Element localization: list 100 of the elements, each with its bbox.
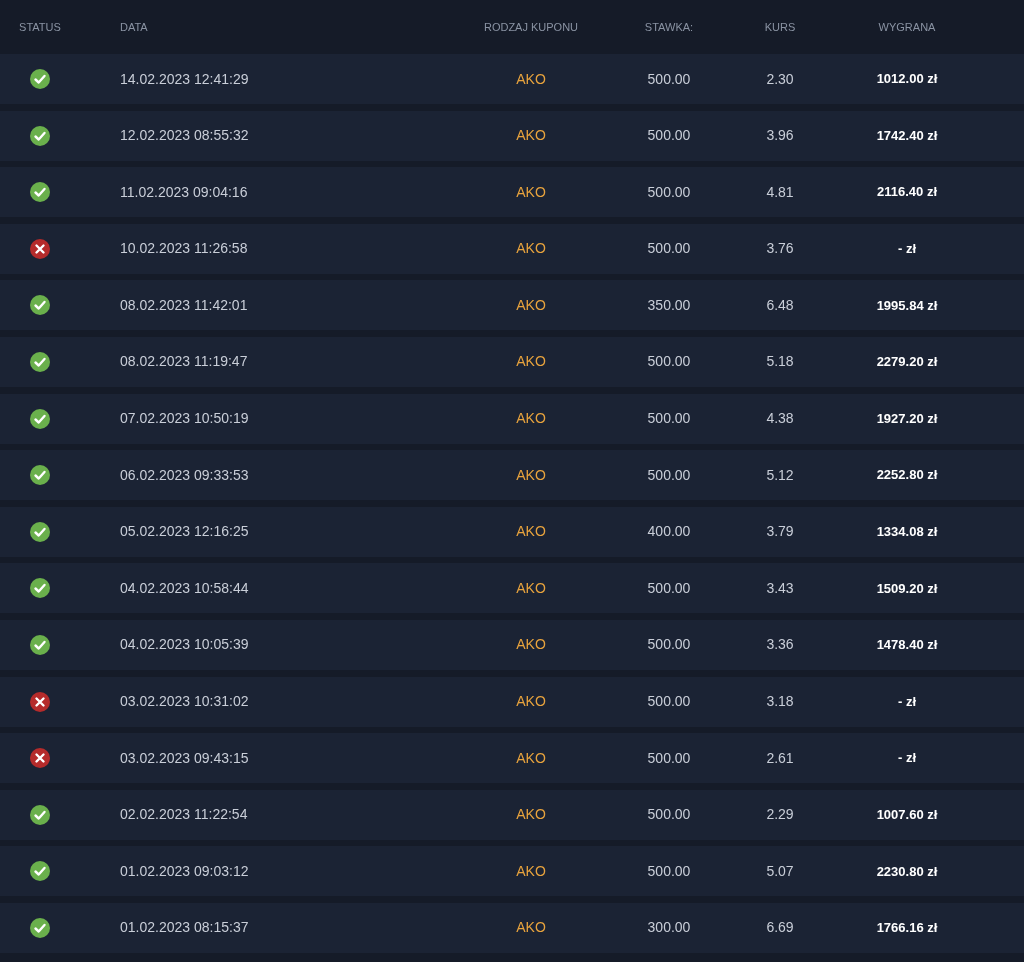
check-circle-icon	[30, 917, 50, 938]
table-cell-text: 2.30	[765, 69, 795, 89]
table-cell-text: 3.76	[765, 239, 795, 259]
table-cell-text: 350.00	[646, 295, 692, 315]
table-cell-text: 03.02.2023 09:43:15	[119, 748, 250, 768]
table-cell-text: 2252.80 zł	[875, 466, 939, 485]
table-cell-text: 2230.80 zł	[875, 862, 939, 881]
table-cell-text: 4.38	[765, 409, 795, 429]
column-header: WYGRANA	[877, 19, 937, 35]
table-cell-text: 1509.20 zł	[875, 579, 939, 598]
check-circle-icon	[30, 521, 50, 542]
table-cell-text: 2.29	[765, 805, 795, 825]
check-circle-icon	[30, 125, 50, 146]
table-cell-text: 1927.20 zł	[875, 409, 939, 428]
table-cell-text: AKO	[515, 748, 547, 768]
table-cell-text: 6.48	[765, 295, 795, 315]
column-header: STATUS	[18, 19, 62, 35]
table-cell-text: 500.00	[646, 465, 692, 485]
table-cell-text: 3.36	[765, 635, 795, 655]
table-cell-text: 500.00	[646, 635, 692, 655]
table-cell-text: 500.00	[646, 69, 692, 89]
table-cell-text: 4.81	[765, 182, 795, 202]
table-cell-text: 500.00	[646, 578, 692, 598]
table-cell-text: AKO	[515, 409, 547, 429]
table-cell-text: 5.18	[765, 352, 795, 372]
x-circle-icon	[30, 748, 50, 769]
table-cell-text: 6.69	[765, 918, 795, 938]
table-cell-text: 3.43	[765, 578, 795, 598]
table-cell-text: AKO	[515, 352, 547, 372]
column-header: KURS	[763, 19, 797, 35]
table-cell-text: 08.02.2023 11:19:47	[119, 352, 249, 372]
check-circle-icon	[30, 465, 50, 486]
table-cell-text: 500.00	[646, 182, 692, 202]
table-cell-text: 2279.20 zł	[875, 353, 939, 372]
table-cell-text: 500.00	[646, 861, 692, 881]
table-cell-text: 5.12	[765, 465, 795, 485]
table-cell-text: 500.00	[646, 805, 692, 825]
table-cell-text: 2116.40 zł	[876, 183, 938, 202]
table-cell-text: 1478.40 zł	[875, 636, 939, 655]
table-cell-text: 2.61	[765, 748, 795, 768]
table-cell-text: - zł	[896, 692, 918, 711]
table-cell-text: AKO	[515, 918, 547, 938]
table-cell-text: 3.96	[765, 126, 795, 146]
check-circle-icon	[30, 861, 50, 882]
table-cell-text: 01.02.2023 08:15:37	[119, 918, 250, 938]
table-cell-text: 400.00	[646, 522, 692, 542]
table-cell-text: 1007.60 zł	[875, 805, 939, 824]
table-cell-text: 1334.08 zł	[875, 523, 939, 541]
check-circle-icon	[30, 351, 50, 372]
check-circle-icon	[30, 69, 50, 89]
x-circle-icon	[30, 238, 50, 259]
table-cell-text: 05.02.2023 12:16:25	[119, 522, 250, 542]
table-cell-text: 500.00	[646, 352, 692, 372]
table-cell-text: 06.02.2023 09:33:53	[119, 465, 250, 485]
table-cell-text: AKO	[515, 861, 547, 881]
table-cell-text: 11.02.2023 09:04:16	[119, 182, 249, 202]
table-cell-text: 500.00	[646, 126, 692, 146]
table-cell-text: 03.02.2023 10:31:02	[119, 692, 250, 712]
table-cell-text: 08.02.2023 11:42:01	[119, 295, 249, 315]
table-cell-text: 02.02.2023 11:22:54	[119, 805, 249, 825]
table-cell-text: AKO	[515, 69, 547, 89]
check-circle-icon	[30, 408, 50, 429]
column-header: RODZAJ KUPONU	[482, 19, 580, 35]
table-cell-text: 14.02.2023 12:41:29	[119, 69, 250, 89]
table-cell-text: AKO	[515, 692, 547, 712]
table-cell-text: AKO	[515, 465, 547, 485]
table-cell-text: 1012.00 zł	[875, 70, 939, 89]
table-cell-text: 04.02.2023 10:58:44	[119, 578, 250, 598]
table-cell-text: AKO	[515, 522, 547, 542]
table-cell-text: 1995.84 zł	[875, 296, 939, 315]
table-cell-text: 01.02.2023 09:03:12	[119, 861, 250, 881]
column-header: STAWKA:	[643, 19, 695, 35]
check-circle-icon	[30, 295, 50, 316]
table-cell-text: AKO	[515, 805, 547, 825]
table-cell-text: 500.00	[646, 409, 692, 429]
check-circle-icon	[30, 634, 50, 655]
table-cell-text: 1742.40 zł	[875, 126, 939, 145]
check-circle-icon	[30, 182, 50, 203]
table-cell-text: 1766.16 zł	[875, 919, 939, 938]
table-cell-text: 10.02.2023 11:26:58	[119, 239, 249, 259]
check-circle-icon	[30, 578, 50, 599]
table-cell-text: AKO	[515, 295, 547, 315]
table-cell-text: AKO	[515, 182, 547, 202]
table-cell-text: 12.02.2023 08:55:32	[119, 126, 250, 146]
x-circle-icon	[30, 691, 50, 712]
table-cell-text: AKO	[515, 578, 547, 598]
table-cell-text: - zł	[896, 749, 918, 768]
table-cell-text: AKO	[515, 126, 547, 146]
table-cell-text: 500.00	[646, 692, 692, 712]
column-header: DATA	[119, 19, 149, 35]
table-cell-text: AKO	[515, 239, 547, 259]
table-cell-text: 07.02.2023 10:50:19	[119, 409, 250, 429]
table-cell-text: - zł	[896, 240, 918, 259]
check-circle-icon	[30, 804, 50, 825]
table-cell-text: 500.00	[646, 748, 692, 768]
table-cell-text: AKO	[515, 635, 547, 655]
table-cell-text: 3.18	[765, 692, 795, 712]
table-cell-text: 3.79	[765, 522, 795, 542]
table-cell-text: 300.00	[646, 918, 692, 938]
table-cell-text: 04.02.2023 10:05:39	[119, 635, 250, 655]
